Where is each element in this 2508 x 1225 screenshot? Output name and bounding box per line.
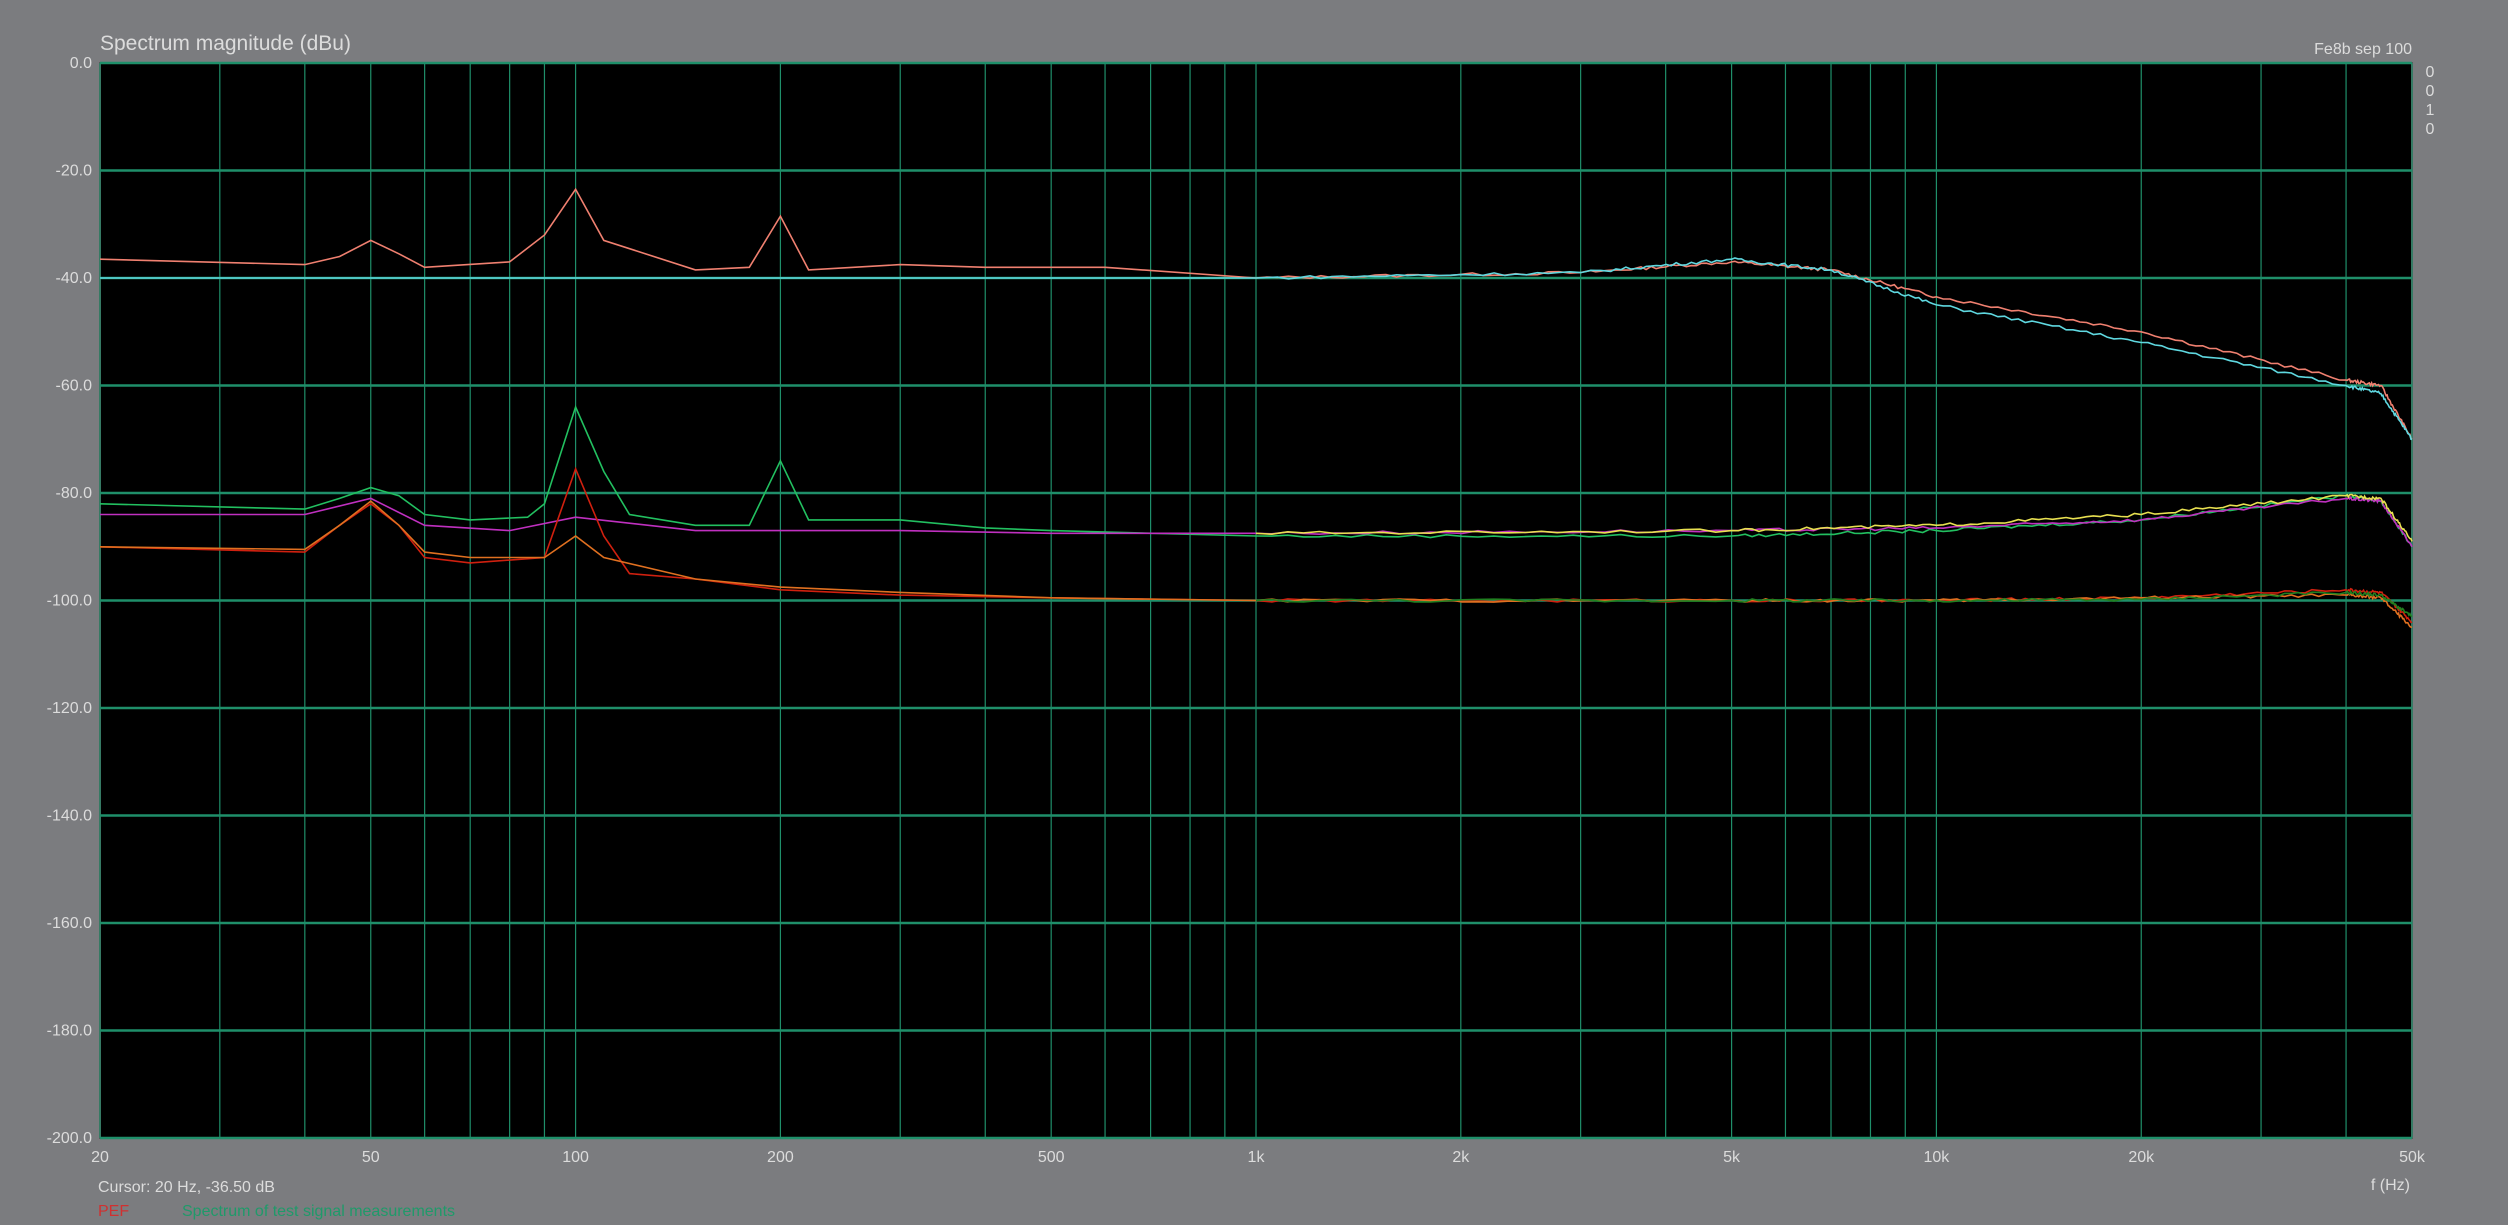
x-tick-label: 50k	[2399, 1149, 2426, 1166]
x-tick-label: 2k	[1452, 1149, 1470, 1166]
y-tick-label: -100.0	[47, 593, 92, 610]
x-axis-label: f (Hz)	[2371, 1177, 2410, 1194]
top-right-label: Fe8b sep 100	[2314, 41, 2412, 58]
legend-label-pef: PEF	[98, 1203, 129, 1220]
x-tick-label: 500	[1038, 1149, 1065, 1166]
y-tick-label: -40.0	[56, 270, 93, 287]
y-tick-label: -200.0	[47, 1130, 92, 1147]
spectrum-chart: Spectrum magnitude (dBu) Fe8b sep 100 0.…	[0, 0, 2508, 1225]
x-tick-label: 20	[91, 1149, 109, 1166]
x-tick-label: 100	[562, 1149, 589, 1166]
y-tick-label: -60.0	[56, 378, 93, 395]
right-edge-mark: 0	[2426, 64, 2435, 81]
cursor-readout: Cursor: 20 Hz, -36.50 dB	[98, 1179, 275, 1196]
legend-label-measurements: Spectrum of test signal measurements	[182, 1203, 455, 1220]
x-tick-label: 20k	[2128, 1149, 2155, 1166]
y-tick-label: -180.0	[47, 1023, 92, 1040]
y-tick-label: -120.0	[47, 700, 92, 717]
x-tick-label: 50	[362, 1149, 380, 1166]
y-tick-label: -80.0	[56, 485, 93, 502]
y-tick-label: 0.0	[70, 55, 92, 72]
right-edge-mark: 0	[2426, 83, 2435, 100]
right-edge-mark: 1	[2426, 102, 2435, 119]
y-tick-label: -160.0	[47, 915, 92, 932]
x-tick-label: 10k	[1924, 1149, 1951, 1166]
x-tick-label: 1k	[1248, 1149, 1266, 1166]
chart-title: Spectrum magnitude (dBu)	[100, 32, 351, 55]
y-tick-label: -20.0	[56, 163, 93, 180]
x-tick-label: 200	[767, 1149, 794, 1166]
right-edge-mark: 0	[2426, 121, 2435, 138]
x-tick-label: 5k	[1723, 1149, 1741, 1166]
y-tick-label: -140.0	[47, 808, 92, 825]
